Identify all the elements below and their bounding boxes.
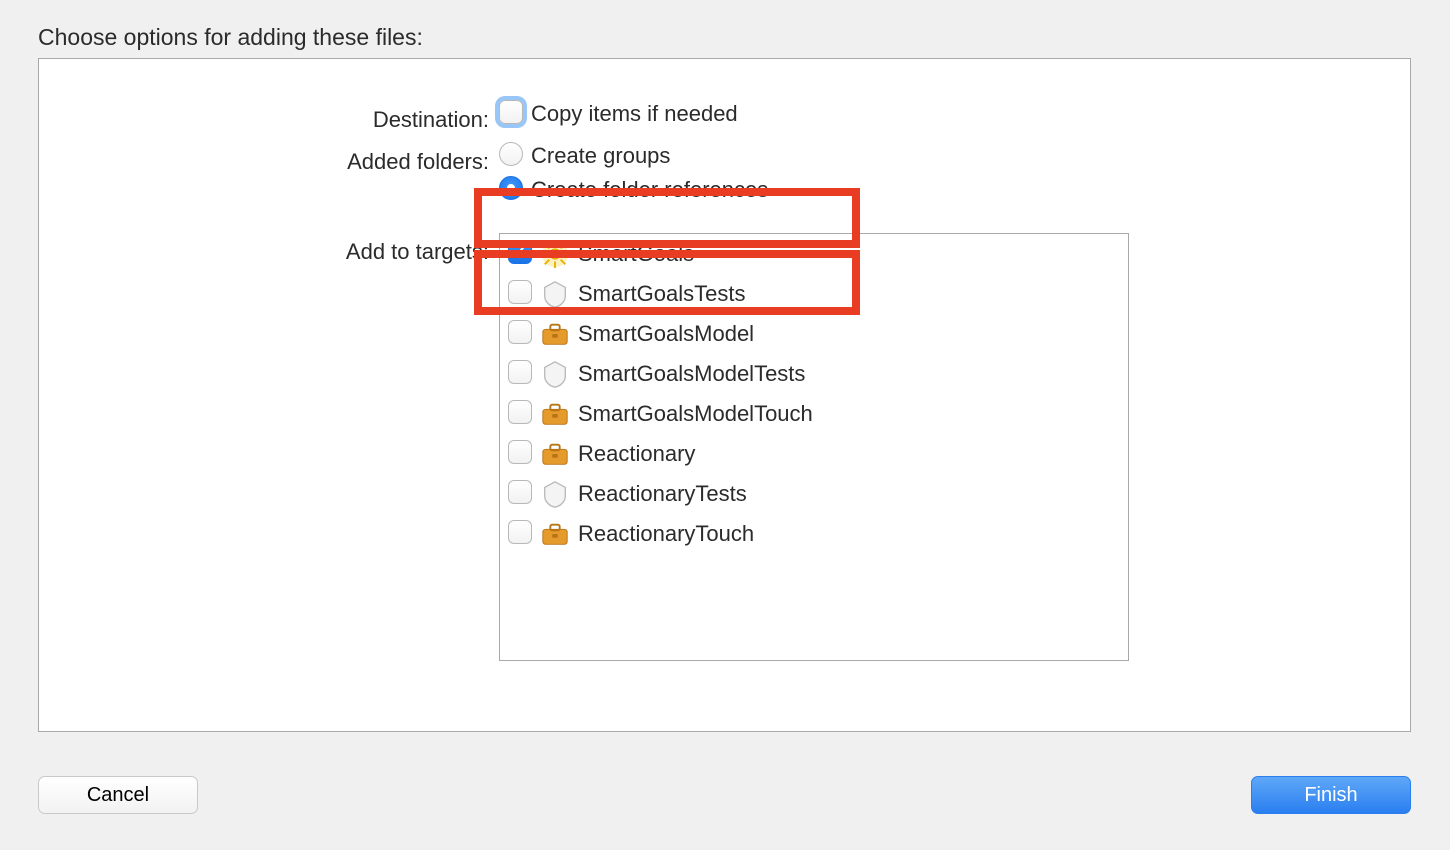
create-groups-label: Create groups bbox=[531, 143, 670, 169]
target-checkbox[interactable] bbox=[508, 360, 532, 384]
target-row[interactable]: SmartGoalsModel bbox=[500, 314, 1128, 354]
test-icon bbox=[540, 279, 570, 309]
copy-items-option[interactable]: Copy items if needed bbox=[499, 101, 1410, 127]
test-icon bbox=[540, 359, 570, 389]
dialog-title: Choose options for adding these files: bbox=[38, 24, 423, 51]
copy-items-label: Copy items if needed bbox=[531, 101, 738, 127]
finish-button[interactable]: Finish bbox=[1251, 776, 1411, 814]
target-row[interactable]: ReactionaryTouch bbox=[500, 514, 1128, 554]
target-checkbox[interactable] bbox=[508, 400, 532, 424]
form-area: Destination: Copy items if needed Added … bbox=[39, 59, 1410, 661]
target-row[interactable]: SmartGoalsModelTouch bbox=[500, 394, 1128, 434]
button-bar: Cancel Finish bbox=[38, 776, 1411, 814]
target-label: SmartGoals bbox=[578, 241, 694, 267]
briefcase-icon bbox=[540, 519, 570, 549]
briefcase-icon bbox=[540, 439, 570, 469]
copy-items-checkbox[interactable] bbox=[499, 100, 523, 124]
target-checkbox[interactable] bbox=[508, 480, 532, 504]
target-label: ReactionaryTests bbox=[578, 481, 747, 507]
target-row[interactable]: SmartGoalsTests bbox=[500, 274, 1128, 314]
target-label: ReactionaryTouch bbox=[578, 521, 754, 547]
target-label: SmartGoalsModelTouch bbox=[578, 401, 813, 427]
create-folder-references-label: Create folder references bbox=[531, 177, 768, 203]
target-row[interactable]: SmartGoalsModelTests bbox=[500, 354, 1128, 394]
add-to-targets-row: Add to targets: SmartGoals SmartGoalsTest… bbox=[39, 233, 1410, 661]
create-groups-radio[interactable] bbox=[499, 142, 523, 166]
create-folder-references-radio[interactable] bbox=[499, 176, 523, 200]
target-checkbox[interactable] bbox=[508, 240, 532, 264]
target-checkbox[interactable] bbox=[508, 440, 532, 464]
create-folder-references-option[interactable]: Create folder references bbox=[499, 177, 1410, 203]
target-checkbox[interactable] bbox=[508, 320, 532, 344]
target-row[interactable]: Reactionary bbox=[500, 434, 1128, 474]
destination-row: Destination: Copy items if needed bbox=[39, 101, 1410, 135]
app-icon bbox=[540, 239, 570, 269]
target-checkbox[interactable] bbox=[508, 280, 532, 304]
test-icon bbox=[540, 479, 570, 509]
target-checkbox[interactable] bbox=[508, 520, 532, 544]
briefcase-icon bbox=[540, 319, 570, 349]
target-label: Reactionary bbox=[578, 441, 695, 467]
cancel-button[interactable]: Cancel bbox=[38, 776, 198, 814]
target-row[interactable]: SmartGoals bbox=[500, 234, 1128, 274]
target-label: SmartGoalsTests bbox=[578, 281, 746, 307]
target-row[interactable]: ReactionaryTests bbox=[500, 474, 1128, 514]
target-label: SmartGoalsModelTests bbox=[578, 361, 805, 387]
added-folders-label: Added folders: bbox=[39, 143, 499, 175]
destination-label: Destination: bbox=[39, 101, 499, 133]
briefcase-icon bbox=[540, 399, 570, 429]
added-folders-row: Added folders: Create groups Create fold… bbox=[39, 143, 1410, 211]
create-groups-option[interactable]: Create groups bbox=[499, 143, 1410, 169]
target-label: SmartGoalsModel bbox=[578, 321, 754, 347]
add-to-targets-label: Add to targets: bbox=[39, 233, 499, 265]
targets-list[interactable]: SmartGoals SmartGoalsTests SmartGoalsModel… bbox=[499, 233, 1129, 661]
options-panel: Destination: Copy items if needed Added … bbox=[38, 58, 1411, 732]
